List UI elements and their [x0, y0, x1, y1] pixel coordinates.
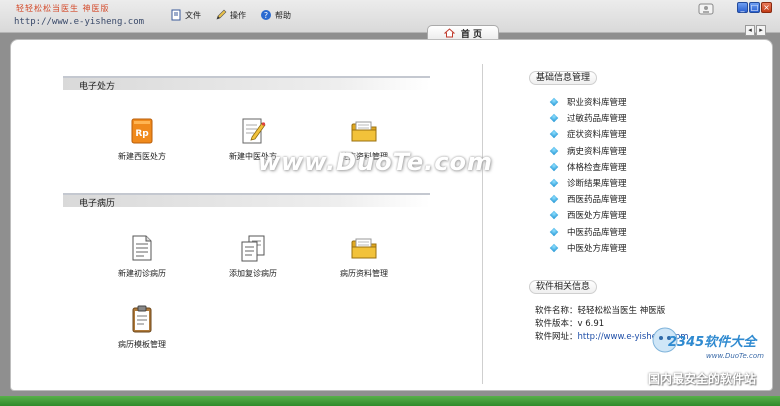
link-label: 症状资料库管理 [567, 130, 627, 141]
software-info-header: 软件相关信息 [529, 280, 598, 294]
window-controls: _ □ × [737, 2, 772, 13]
software-version-label: 软件版本： [535, 319, 578, 329]
link-chinese-drug-db[interactable]: 中医药品库管理 [549, 224, 627, 240]
add-follow-up-record-label: 添加复诊病历 [229, 269, 277, 278]
duote-watermark: www.DuoTe.com [258, 148, 493, 176]
record-template-management-tile[interactable]: 病历模板管理 [87, 305, 197, 350]
column-divider [482, 64, 483, 384]
bullet-icon [549, 227, 559, 236]
new-western-prescription-label: 新建西医处方 [118, 152, 166, 161]
tab-prev-button[interactable]: ◂ [745, 25, 755, 36]
link-history-db[interactable]: 病史资料库管理 [549, 143, 627, 159]
bullet-icon [549, 97, 559, 107]
software-version-value: v 6.91 [577, 319, 605, 329]
link-symptom-db[interactable]: 症状资料库管理 [549, 126, 627, 142]
record-template-management-label: 病历模板管理 [118, 340, 166, 349]
software-name-row: 软件名称：轻轻松松当医生 神医版 [535, 305, 689, 318]
tab-home[interactable]: 首 页 [427, 25, 499, 40]
folder-icon [351, 121, 377, 142]
record-data-management-tile[interactable]: 病历资料管理 [309, 234, 419, 279]
bullet-icon [549, 114, 559, 123]
link-label: 体格检查库管理 [567, 162, 627, 173]
software-name-label: 软件名称： [535, 306, 578, 316]
software-url-label: 软件网址： [535, 332, 578, 342]
link-label: 中医处方库管理 [567, 243, 627, 254]
records-section-title: 电子病历 [79, 199, 116, 209]
link-diagnosis-db[interactable]: 诊断结果库管理 [549, 175, 627, 191]
prescription-section-title: 电子处方 [79, 82, 116, 92]
bullet-icon [549, 211, 559, 220]
brand-logo: 轻轻松松当医生 神医版 [16, 4, 110, 13]
records-section-header: 电子病历 [63, 193, 430, 209]
link-occupation-db[interactable]: 职业资料库管理 [549, 94, 627, 110]
link-label: 诊断结果库管理 [567, 179, 627, 190]
link-label: 西医处方库管理 [567, 211, 627, 222]
tab-strip: 首 页 ◂ ▸ [0, 19, 780, 40]
taskbar-strip [0, 396, 780, 406]
2345-watermark: 2345软件大全 [668, 335, 757, 350]
new-first-visit-record-tile[interactable]: 新建初诊病历 [87, 234, 197, 279]
software-name-value: 轻轻松松当医生 神医版 [577, 306, 666, 316]
tab-nav: ◂ ▸ [745, 25, 766, 36]
link-label: 职业资料库管理 [567, 98, 627, 109]
prescription-section-header: 电子处方 [63, 76, 430, 92]
clipboard-icon [132, 305, 152, 333]
bullet-icon [549, 130, 559, 139]
rp-prescription-icon: Rp [131, 118, 153, 144]
bullet-icon [549, 178, 559, 188]
slogan-watermark: 国内最安全的软件站 [648, 372, 757, 386]
link-label: 病史资料库管理 [567, 146, 627, 157]
link-label: 中医药品库管理 [567, 227, 627, 238]
new-record-icon [132, 235, 152, 261]
new-western-prescription-tile[interactable]: Rp 新建西医处方 [87, 117, 197, 162]
maximize-button[interactable]: □ [749, 2, 760, 13]
close-button[interactable]: × [761, 2, 772, 13]
edit-document-icon [242, 118, 266, 144]
bullet-icon [549, 194, 559, 204]
record-data-management-label: 病历资料管理 [340, 269, 388, 278]
link-chinese-prescription-db[interactable]: 中医处方库管理 [549, 240, 627, 256]
link-label: 西医药品库管理 [567, 195, 627, 206]
tab-home-label: 首 页 [460, 29, 483, 40]
bullet-icon [549, 243, 559, 253]
folder-icon [351, 238, 377, 259]
account-icon[interactable] [698, 2, 714, 16]
basic-info-link-list: 职业资料库管理 过敏药品库管理 症状资料库管理 病史资料库管理 体格检查库管理 … [549, 94, 627, 256]
link-label: 过敏药品库管理 [567, 114, 627, 125]
basic-info-header: 基础信息管理 [529, 71, 598, 85]
home-icon [443, 28, 455, 38]
link-western-prescription-db[interactable]: 西医处方库管理 [549, 207, 627, 223]
add-follow-up-record-tile[interactable]: 添加复诊病历 [198, 234, 308, 279]
new-first-visit-record-label: 新建初诊病历 [118, 269, 166, 278]
link-physical-exam-db[interactable]: 体格检查库管理 [549, 159, 627, 175]
link-allergy-drug-db[interactable]: 过敏药品库管理 [549, 110, 627, 126]
link-western-drug-db[interactable]: 西医药品库管理 [549, 191, 627, 207]
bullet-icon [549, 162, 559, 172]
2345-watermark-url: www.DuoTe.com [706, 352, 764, 360]
bullet-icon [549, 146, 559, 155]
minimize-button[interactable]: _ [737, 2, 748, 13]
copy-record-icon [241, 235, 265, 262]
tab-next-button[interactable]: ▸ [756, 25, 766, 36]
svg-text:Rp: Rp [135, 129, 149, 139]
